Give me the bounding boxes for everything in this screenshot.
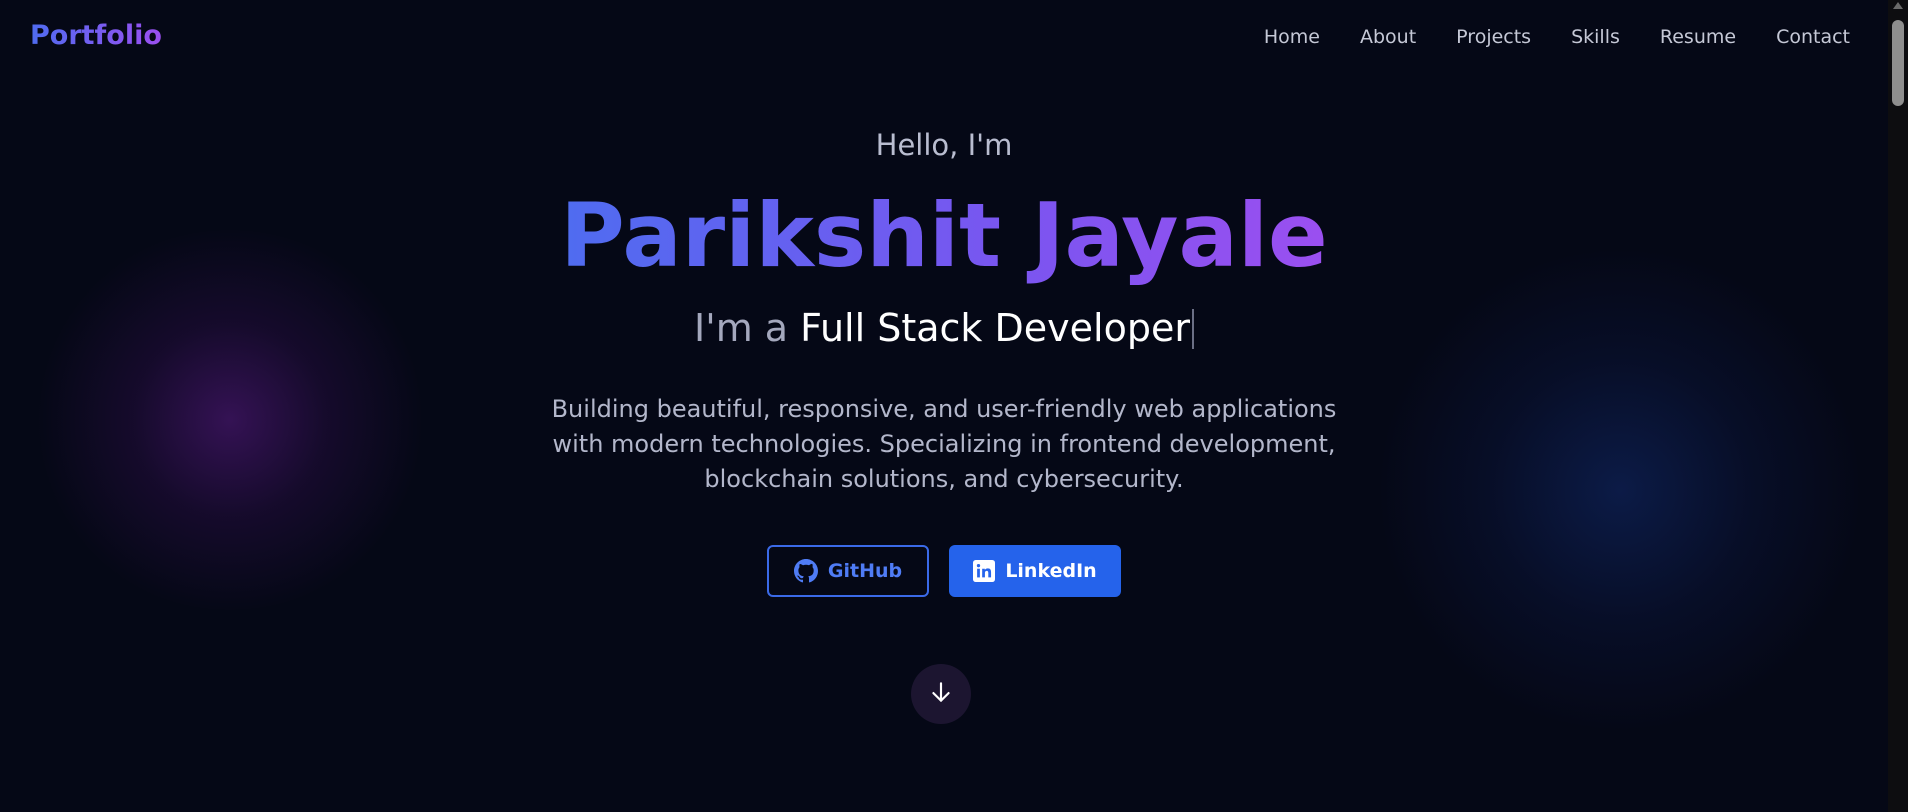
hero-greeting: Hello, I'm	[875, 128, 1013, 162]
logo[interactable]: Portfolio	[30, 20, 162, 51]
linkedin-button-label: LinkedIn	[1005, 560, 1097, 582]
scroll-up-arrow-icon[interactable]	[1893, 2, 1903, 9]
scrollbar[interactable]	[1888, 0, 1908, 812]
scroll-down-button[interactable]	[911, 664, 971, 724]
linkedin-icon	[973, 560, 996, 582]
hero-description: Building beautiful, responsive, and user…	[551, 395, 1337, 493]
hero-role: I'm a Full Stack Developer	[0, 306, 1888, 350]
hero-role-text: Full Stack Developer	[800, 306, 1190, 350]
linkedin-button[interactable]: LinkedIn	[949, 545, 1121, 597]
navbar: Portfolio Home About Projects Skills Res…	[0, 0, 1888, 76]
scrollbar-thumb[interactable]	[1892, 20, 1904, 106]
nav-link-contact[interactable]: Contact	[1776, 26, 1850, 48]
nav-link-projects[interactable]: Projects	[1456, 26, 1531, 48]
github-button-label: GitHub	[827, 560, 903, 582]
github-icon	[793, 559, 818, 583]
hero-role-prefix: I'm a	[694, 306, 801, 350]
nav-link-skills[interactable]: Skills	[1571, 26, 1620, 48]
nav-link-about[interactable]: About	[1360, 26, 1416, 48]
arrow-down-icon	[928, 679, 954, 709]
nav-links: Home About Projects Skills Resume Contac…	[1264, 26, 1850, 48]
page: Portfolio Home About Projects Skills Res…	[0, 0, 1908, 812]
typing-cursor	[1191, 309, 1194, 349]
social-buttons: GitHub LinkedIn	[0, 545, 1888, 597]
github-button[interactable]: GitHub	[767, 545, 929, 597]
hero-name-text: Parikshit Jayale	[560, 184, 1328, 287]
nav-link-resume[interactable]: Resume	[1660, 26, 1736, 48]
nav-link-home[interactable]: Home	[1264, 26, 1320, 48]
hero-name: Parikshit Jayale	[0, 186, 1888, 286]
